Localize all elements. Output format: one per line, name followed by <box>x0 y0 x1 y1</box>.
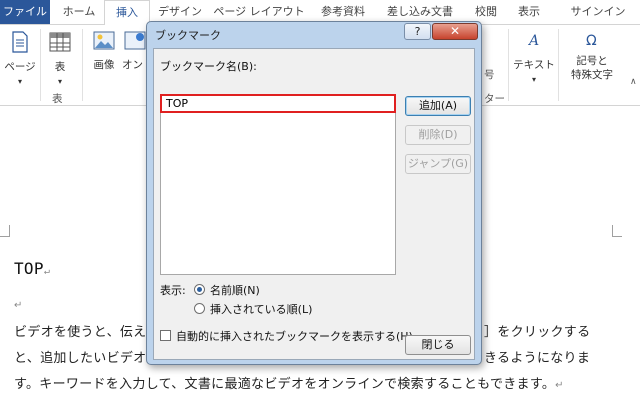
pages-label: ページ <box>4 61 36 73</box>
tab-home[interactable]: ホーム <box>56 0 102 24</box>
page-corner-mark <box>0 225 10 237</box>
hidden-bookmarks-label[interactable]: 自動的に挿入されたブックマークを表示する(H) <box>176 328 413 344</box>
table-icon <box>49 32 71 52</box>
picture-button[interactable]: 画像 <box>88 29 120 71</box>
body-line-3-text: す。キーワードを入力して、文書に最適なビデオをオンラインで検索することもできます… <box>14 377 556 392</box>
dialog-body: ブックマーク名(B): TOP 追加(A) 削除(D) ジャンプ(G) 表示: … <box>153 48 475 360</box>
text-box-icon: A <box>527 33 539 49</box>
ribbon-separator <box>40 29 41 101</box>
text-button[interactable]: A テキスト ▾ <box>512 29 556 89</box>
collapse-ribbon-icon[interactable]: ∧ <box>630 77 637 87</box>
chevron-down-icon: ▾ <box>17 77 22 86</box>
heading-text: TOP <box>14 259 44 278</box>
document-heading: TOP↵ <box>14 259 50 278</box>
page-icon <box>12 31 28 53</box>
svg-text:A: A <box>527 33 539 49</box>
sort-by-name-radio[interactable] <box>194 284 205 295</box>
body-line-2-right: きるようになりま <box>484 351 591 366</box>
close-button[interactable]: 閉じる <box>405 335 471 355</box>
chevron-down-icon: ▾ <box>531 75 536 84</box>
pages-button[interactable]: ページ ▾ <box>2 29 38 89</box>
sort-by-name-label[interactable]: 名前順(N) <box>210 282 260 298</box>
ribbon-separator <box>82 29 83 101</box>
tab-file[interactable]: ファイル <box>0 0 50 24</box>
paragraph-mark-icon: ↵ <box>14 300 23 311</box>
page-number-label[interactable]: 号 <box>484 67 495 82</box>
bookmark-name-label: ブックマーク名(B): <box>160 60 257 73</box>
table-group-label: 表 <box>52 93 63 105</box>
symbols-label-line2: 特殊文字 <box>571 69 613 81</box>
add-button[interactable]: 追加(A) <box>405 96 471 116</box>
dialog-title: ブックマーク <box>155 29 221 42</box>
table-label: 表 <box>54 61 66 73</box>
help-button[interactable]: ? <box>404 23 431 40</box>
text-label: テキスト <box>513 59 555 71</box>
header-footer-group-label: ター <box>484 93 505 105</box>
symbols-button[interactable]: Ω 記号と 特殊文字 <box>560 29 624 89</box>
tab-view[interactable]: 表示 <box>508 0 550 24</box>
paragraph-mark-icon: ↵ <box>43 266 51 277</box>
delete-button[interactable]: 削除(D) <box>405 125 471 145</box>
sign-in-link[interactable]: サインイン <box>566 0 630 24</box>
hidden-bookmarks-checkbox[interactable] <box>160 330 171 341</box>
body-line-3: す。キーワードを入力して、文書に最適なビデオをオンラインで検索することもできます… <box>14 373 564 392</box>
online-picture-button[interactable]: オンライ画像 <box>122 29 148 69</box>
sort-by-label: 表示: <box>160 284 186 297</box>
sort-by-location-radio[interactable] <box>194 303 205 314</box>
page-corner-mark <box>612 225 622 237</box>
tab-insert[interactable]: 挿入 <box>104 0 150 25</box>
body-line-1-right: ］をクリックする <box>484 325 591 340</box>
chevron-down-icon: ▾ <box>57 77 62 86</box>
body-line-2-left: と、追加したいビデオ <box>14 351 147 366</box>
close-window-button[interactable]: ✕ <box>432 23 478 40</box>
bookmark-name-input[interactable]: TOP <box>160 94 396 113</box>
body-line-1-left: ビデオを使うと、伝え <box>14 325 147 340</box>
picture-label: 画像 <box>93 59 115 71</box>
picture-icon <box>93 31 115 50</box>
symbols-label-line1: 記号と <box>576 55 608 67</box>
jump-button[interactable]: ジャンプ(G) <box>405 154 471 174</box>
bookmark-dialog: ブックマーク ? ✕ ブックマーク名(B): TOP 追加(A) 削除(D) ジ… <box>146 21 482 365</box>
ribbon-separator <box>508 29 509 101</box>
online-picture-icon <box>124 31 146 50</box>
omega-icon: Ω <box>586 33 597 49</box>
online-picture-label: オンライ画像 <box>122 59 143 69</box>
table-button[interactable]: 表 ▾ <box>44 29 76 89</box>
svg-text:Ω: Ω <box>586 33 597 49</box>
ribbon-separator <box>558 29 559 101</box>
paragraph-mark-icon: ↵ <box>555 380 564 391</box>
sort-by-location-label[interactable]: 挿入されている順(L) <box>210 301 312 317</box>
bookmark-list[interactable] <box>160 113 396 275</box>
